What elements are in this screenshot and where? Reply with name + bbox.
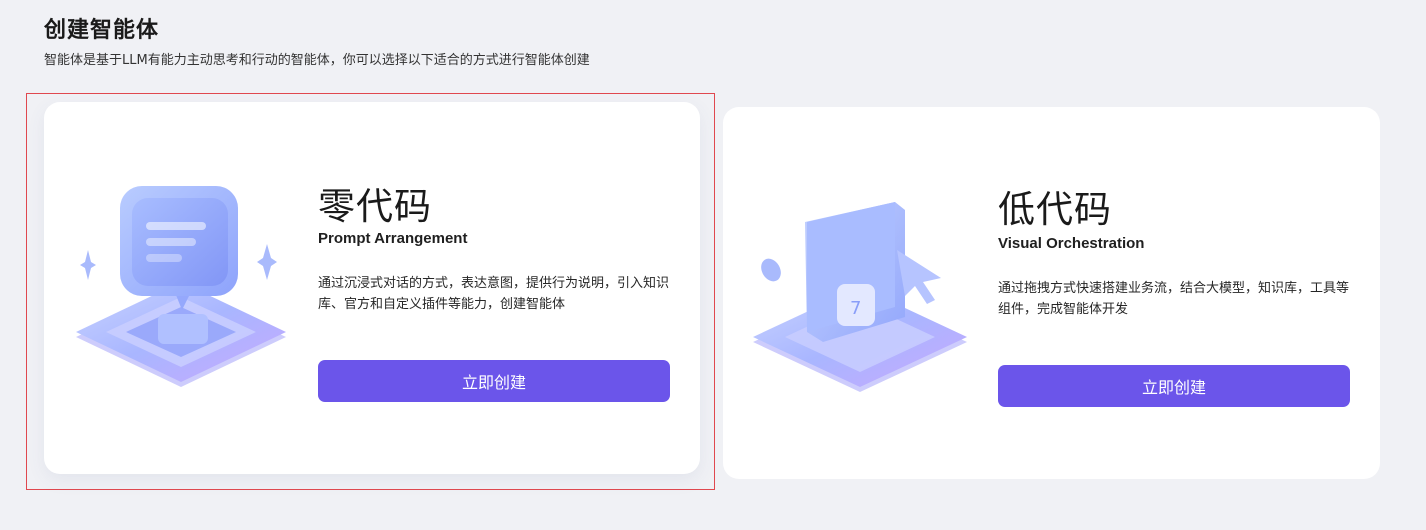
card-description: 通过拖拽方式快速搭建业务流，结合大模型，知识库，工具等组件，完成智能体开发 bbox=[998, 281, 1350, 317]
card-description: 通过沉浸式对话的方式，表达意图，提供行为说明，引入知识库、官方和自定义插件等能力… bbox=[318, 276, 670, 312]
create-zero-code-button[interactable]: 立即创建 bbox=[318, 360, 670, 402]
card-title: 低代码 bbox=[998, 188, 1112, 231]
page-title: 创建智能体 bbox=[44, 18, 160, 43]
card-subtitle: Prompt Arrangement bbox=[318, 230, 468, 247]
create-low-code-button[interactable]: 立即创建 bbox=[998, 365, 1350, 407]
workflow-canvas-illustration-icon: 7 bbox=[745, 192, 975, 402]
svg-text:7: 7 bbox=[850, 298, 861, 319]
low-code-card[interactable]: 7 低代码 Visual Orchestration 通过拖拽方式快速搭建业务流… bbox=[723, 107, 1380, 479]
card-subtitle: Visual Orchestration bbox=[998, 235, 1145, 252]
page-subtitle: 智能体是基于LLM有能力主动思考和行动的智能体，你可以选择以下适合的方式进行智能… bbox=[44, 53, 590, 68]
zero-code-card[interactable]: 零代码 Prompt Arrangement 通过沉浸式对话的方式，表达意图，提… bbox=[44, 102, 700, 474]
card-title: 零代码 bbox=[318, 185, 432, 228]
chat-bubble-illustration-icon bbox=[66, 172, 296, 392]
